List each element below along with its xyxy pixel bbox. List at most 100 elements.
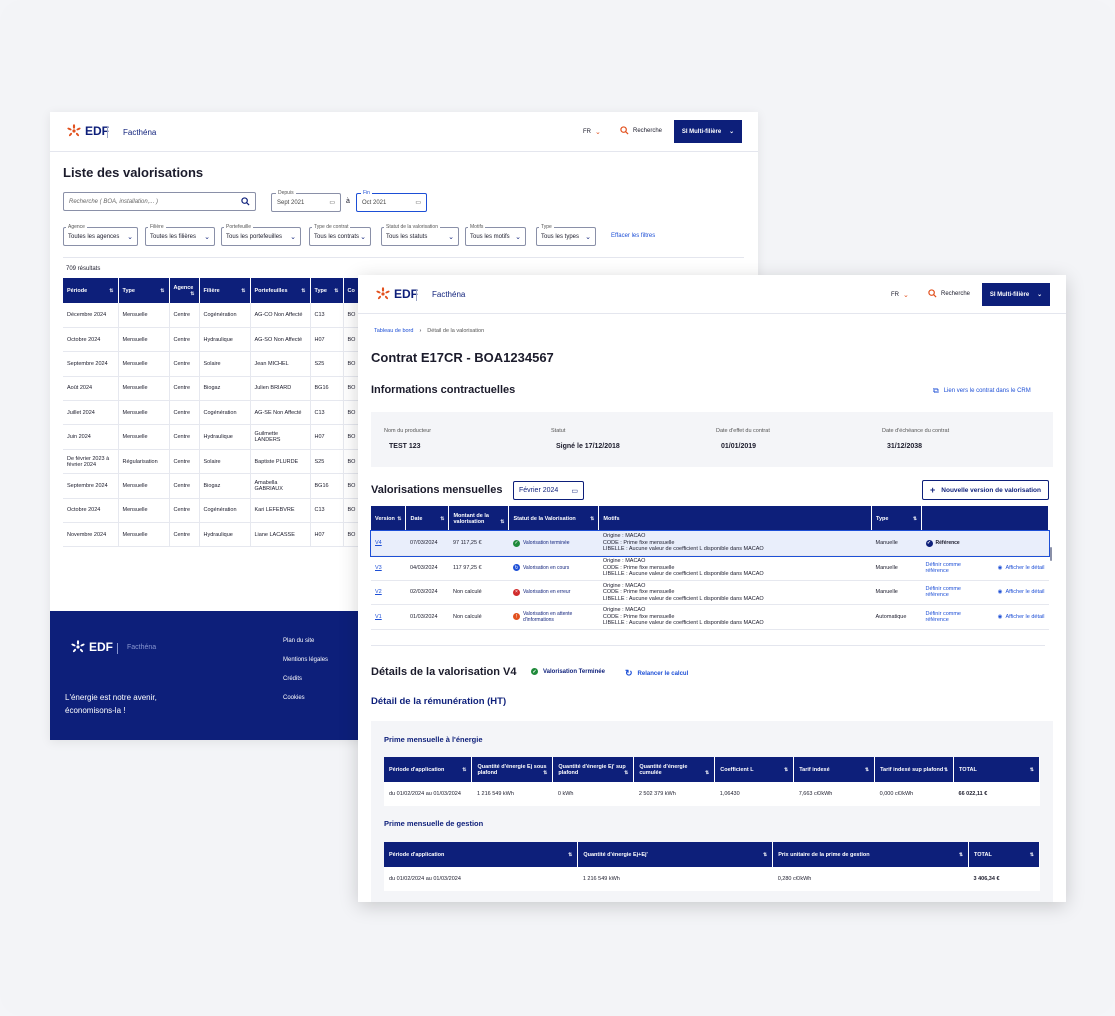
table-cell: Centre — [169, 351, 200, 377]
table-cell: Solaire — [199, 449, 251, 475]
version-row[interactable]: V4 07/03/2024 97 117,25 € ✓ Valorisation ter… — [370, 530, 1050, 557]
si-multi-filiere-button[interactable]: SI Multi-filière ⌄ — [674, 120, 742, 143]
footer-link-credits[interactable]: Crédits — [283, 676, 302, 682]
table-row[interactable]: De février 2023 à février 2024 Régularisa… — [63, 449, 361, 475]
info-label: Statut — [551, 428, 566, 434]
version-row[interactable]: V2 02/03/2024 Non calculé × Valorisation en … — [371, 580, 1049, 605]
chevron-down-icon: ⌄ — [903, 292, 909, 299]
column-header[interactable]: Quantité d'énergie Ej sous plafond ⇅ — [471, 757, 554, 782]
table-row[interactable]: Octobre 2024 Mensuelle Centre Cogénération K… — [63, 498, 361, 524]
column-header[interactable]: Tarif indexé ⇅ — [793, 757, 876, 782]
prime-energie-table: Période d'application ⇅ Quantité d'énergie… — [384, 757, 1040, 806]
edf-logo[interactable]: EDF — [375, 287, 418, 301]
table-cell: Mensuelle — [118, 473, 170, 499]
table-cell: Guilmette LANDERS — [250, 424, 311, 450]
column-header[interactable]: Version ⇅ — [371, 506, 407, 531]
column-header[interactable]: Coefficient L ⇅ — [714, 757, 795, 782]
table-cell: AG-CO Non Affecté — [250, 303, 311, 328]
table-cell: De février 2023 à février 2024 — [63, 449, 119, 475]
footer-tagline: L'énergie est notre avenir, — [65, 693, 157, 702]
footer-link-plan[interactable]: Plan du site — [283, 638, 314, 644]
column-header-label: Co — [347, 287, 355, 294]
chevron-down-icon: ⌄ — [448, 233, 454, 241]
breadcrumb-home[interactable]: Tableau de bord — [374, 328, 413, 334]
filter-label: Filière — [148, 224, 166, 230]
table-row[interactable]: Septembre 2024 Mensuelle Centre Solaire Jean… — [63, 351, 361, 377]
column-header[interactable]: Période d'application ⇅ — [384, 757, 473, 782]
status-icon: ! — [512, 613, 520, 621]
table-cell: 0,280 c€/kWh — [772, 867, 969, 891]
filter-value: Tous les motifs — [470, 233, 510, 240]
set-reference-link[interactable]: Définir comme référence — [926, 611, 976, 623]
column-header[interactable]: Quantité d'énergie cumulée ⇅ — [633, 757, 716, 782]
si-multi-filiere-button[interactable]: SI Multi-filière ⌄ — [982, 283, 1050, 306]
column-header[interactable]: Quantité d'énergie Ej+Ej' ⇅ — [577, 842, 774, 867]
relaunch-button[interactable]: ↻ Relancer le calcul — [625, 668, 688, 679]
column-header[interactable]: Période ⇅ — [63, 278, 119, 303]
column-header[interactable] — [921, 506, 1049, 531]
version-link[interactable]: V2 — [371, 580, 406, 605]
table-cell: Amabella GABRIAUX — [250, 473, 311, 499]
column-header[interactable]: TOTAL ⇅ — [953, 757, 1040, 782]
search-icon[interactable] — [241, 197, 250, 206]
chevron-right-icon: › — [419, 328, 422, 334]
version-link[interactable]: V3 — [371, 555, 406, 581]
column-header[interactable]: Montant de la valorisation ⇅ — [448, 506, 510, 531]
column-header[interactable]: Période d'application ⇅ — [384, 842, 579, 867]
table-row[interactable]: Septembre 2024 Mensuelle Centre Biogaz Amabe… — [63, 473, 361, 499]
table-cell: 3 406,34 € — [968, 867, 1040, 891]
remuneration-title: Détail de la rémunération (HT) — [371, 696, 507, 707]
month-picker[interactable]: Février 2024 ▭ — [513, 481, 584, 500]
footer-link-mentions[interactable]: Mentions légales — [283, 657, 328, 663]
divider — [117, 643, 118, 654]
column-header[interactable]: Tarif indexé sup plafond ⇅ — [874, 757, 955, 782]
footer-link-cookies[interactable]: Cookies — [283, 695, 305, 701]
show-detail-link[interactable]: ◉ Afficher le détail — [998, 589, 1045, 595]
search-button[interactable]: Recherche — [620, 126, 662, 135]
table-row[interactable]: Août 2024 Mensuelle Centre Biogaz Julien BRI… — [63, 376, 361, 402]
column-header[interactable]: Statut de la Valorisation ⇅ — [508, 506, 600, 531]
version-date: 04/03/2024 — [405, 555, 449, 581]
table-row[interactable]: Juillet 2024 Mensuelle Centre Cogénération A… — [63, 400, 361, 426]
table-row[interactable]: Novembre 2024 Mensuelle Centre Hydraulique L… — [63, 522, 361, 548]
status-label: Valorisation en cours — [522, 564, 570, 571]
show-detail-link[interactable]: ◉ Afficher le détail — [998, 614, 1045, 620]
scrollbar[interactable] — [1050, 547, 1052, 561]
table-row[interactable]: Juin 2024 Mensuelle Centre Hydraulique Guilm… — [63, 424, 361, 450]
column-header-label: Date — [410, 515, 423, 522]
language-select[interactable]: FR ⌄ — [583, 128, 601, 136]
table-row[interactable]: Octobre 2024 Mensuelle Centre Hydraulique AG… — [63, 327, 361, 353]
column-header-label: Type — [314, 287, 327, 294]
external-link-icon: ⧉ — [933, 386, 939, 395]
version-row[interactable]: V3 04/03/2024 117 97,25 € ↻ Valorisation en … — [371, 555, 1049, 581]
column-header[interactable]: Type ⇅ — [118, 278, 170, 303]
version-row[interactable]: V1 01/03/2024 Non calculé! Valorisation en … — [371, 604, 1049, 630]
column-header[interactable]: TOTAL ⇅ — [968, 842, 1040, 867]
column-header[interactable]: Date ⇅ — [405, 506, 450, 531]
column-header[interactable]: Quantité d'énergie Ej' sup plafond ⇅ — [552, 757, 635, 782]
sort-icon: ⇅ — [624, 769, 629, 776]
table-row[interactable]: Décembre 2024 Mensuelle Centre Cogénération… — [63, 303, 361, 328]
column-header-label: Tarif indexé — [799, 766, 830, 773]
crm-link[interactable]: ⧉ Lien vers le contrat dans le CRM — [933, 386, 1031, 396]
set-reference-link[interactable]: Définir comme référence — [926, 586, 976, 598]
column-header[interactable]: Prix unitaire de la prime de gestion ⇅ — [772, 842, 970, 867]
version-link[interactable]: V1 — [371, 604, 406, 630]
column-header[interactable]: Motifs — [598, 506, 873, 531]
column-header[interactable]: Type ⇅ — [871, 506, 923, 531]
set-reference-link[interactable]: Définir comme référence — [926, 562, 976, 574]
clear-filters-link[interactable]: Effacer les filtres — [611, 233, 655, 239]
column-header[interactable]: Portefeuilles ⇅ — [250, 278, 311, 303]
column-header[interactable]: Filière ⇅ — [199, 278, 251, 303]
version-motifs: Origine : MACAO CODE : Prime fixe mensuel… — [598, 555, 872, 581]
version-link[interactable]: V4 — [371, 531, 406, 556]
edf-logo[interactable]: EDF — [66, 124, 109, 138]
search-button[interactable]: Recherche — [928, 289, 970, 298]
table-cell: Cogénération — [199, 498, 251, 524]
language-select[interactable]: FR ⌄ — [891, 291, 909, 299]
search-input[interactable]: Recherche ( BOA, installation,... ) — [63, 192, 256, 211]
show-detail-link[interactable]: ◉ Afficher le détail — [998, 565, 1045, 571]
new-version-button[interactable]: + Nouvelle version de valorisation — [922, 480, 1049, 500]
column-header[interactable]: Type ⇅ — [310, 278, 344, 303]
column-header[interactable]: Agence ⇅ — [169, 278, 200, 303]
